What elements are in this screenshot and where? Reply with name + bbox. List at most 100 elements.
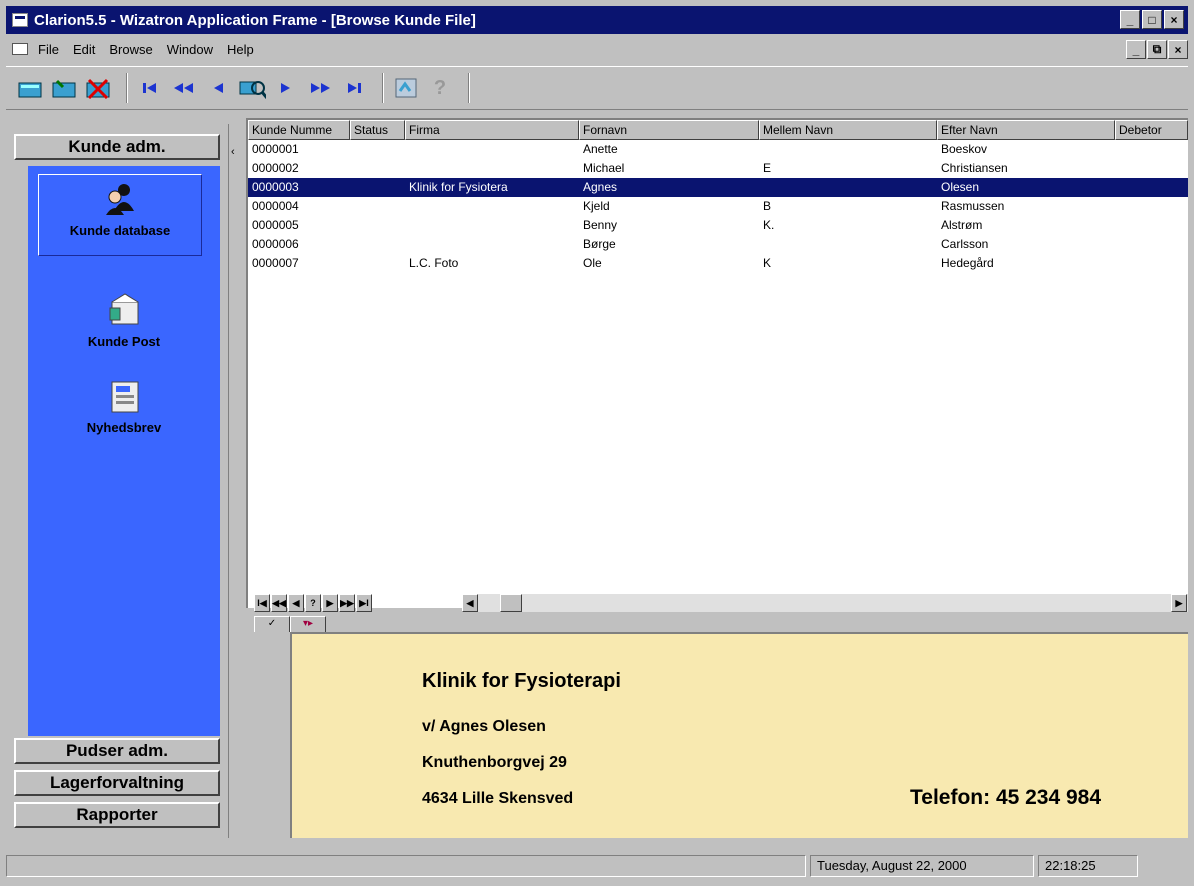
cell-debetor — [1115, 197, 1188, 216]
nav-item-nyhedsbrev[interactable]: Nyhedsbrev — [28, 378, 220, 435]
cell-efter-navn: Alstrøm — [941, 218, 983, 232]
history-button[interactable] — [392, 73, 420, 103]
browse-previous-page-button[interactable]: ◀◀ — [271, 594, 287, 612]
cell-debetor — [1115, 178, 1188, 197]
nav-item-label: Kunde database — [69, 223, 171, 238]
scrollbar-thumb[interactable] — [500, 594, 522, 612]
help-icon: ? — [433, 76, 447, 99]
table-row[interactable]: 0000006 Børge Carlsson — [248, 235, 1188, 254]
scroll-left-icon[interactable]: ◀ — [462, 594, 478, 612]
cell-status — [350, 140, 405, 159]
group-lagerforvaltning[interactable]: Lagerforvaltning — [14, 770, 220, 796]
detail-tabs: ✓ ▾▸ — [254, 616, 326, 632]
column-header-firma[interactable]: Firma — [405, 120, 579, 140]
horizontal-scrollbar[interactable]: ◀ ▶ — [462, 594, 1188, 612]
cell-firma — [405, 197, 579, 216]
column-header-kunde-nummer[interactable]: Kunde Numme — [248, 120, 350, 140]
column-header-mellem-navn[interactable]: Mellem Navn — [759, 120, 937, 140]
browse-last-button[interactable]: ▶I — [356, 594, 372, 612]
column-header-status[interactable]: Status — [350, 120, 405, 140]
cell-mellem-navn: K. — [763, 218, 775, 232]
maximize-button[interactable]: □ — [1142, 10, 1162, 29]
menu-help[interactable]: Help — [227, 42, 254, 57]
mdi-close-button[interactable]: × — [1168, 40, 1188, 59]
group-kunde-adm[interactable]: Kunde adm. — [14, 134, 220, 160]
delete-record-icon — [86, 78, 110, 99]
cell-fornavn: Anette — [583, 142, 618, 156]
cell-fornavn: Børge — [583, 237, 616, 251]
nav-item-kunde-post[interactable]: Kunde Post — [28, 292, 220, 349]
menu-edit[interactable]: Edit — [73, 42, 95, 57]
browse-first-button[interactable]: I◀ — [254, 594, 270, 612]
mdi-restore-button[interactable]: ⧉ — [1147, 40, 1167, 59]
app-icon[interactable] — [12, 13, 28, 27]
browse-previous-button[interactable]: ◀ — [288, 594, 304, 612]
tab-arrows[interactable]: ▾▸ — [290, 616, 326, 632]
change-record-icon — [52, 79, 76, 98]
table-row[interactable]: 0000005 Benny K. Alstrøm — [248, 216, 1188, 235]
next-page-icon — [311, 83, 330, 93]
insert-record-button[interactable] — [16, 73, 44, 103]
first-record-button[interactable] — [136, 73, 164, 103]
cell-status — [350, 178, 405, 197]
menu-window[interactable]: Window — [167, 42, 213, 57]
nav-item-label: Nyhedsbrev — [86, 420, 162, 435]
scroll-right-icon[interactable]: ▶ — [1171, 594, 1187, 612]
status-bar: Tuesday, August 22, 2000 22:18:25 — [6, 852, 1188, 880]
mdi-window-icon[interactable] — [12, 43, 28, 55]
cell-kunde-nummer: 0000002 — [252, 161, 299, 175]
help-button[interactable]: ? — [426, 73, 454, 103]
mdi-minimize-button[interactable]: _ — [1126, 40, 1146, 59]
previous-page-icon — [174, 83, 193, 93]
cell-status — [350, 197, 405, 216]
kunde-adm-panel: Kunde database Kunde Post Nyhedsbrev — [28, 166, 220, 736]
table-row[interactable]: 0000003 Klinik for Fysiotera Agnes Olesen — [248, 178, 1188, 197]
close-button[interactable]: × — [1164, 10, 1184, 29]
table-row[interactable]: 0000004 Kjeld B Rasmussen — [248, 197, 1188, 216]
browse-locate-button[interactable]: ? — [305, 594, 321, 612]
nav-item-kunde-database[interactable]: Kunde database — [38, 174, 202, 256]
status-time: 22:18:25 — [1038, 855, 1138, 877]
next-record-button[interactable] — [272, 73, 300, 103]
change-record-button[interactable] — [50, 73, 78, 103]
cell-efter-navn: Carlsson — [941, 237, 989, 251]
previous-record-button[interactable] — [204, 73, 232, 103]
outlook-bar: Kunde adm. Kunde database Kunde Post Nyh… — [14, 124, 226, 837]
table-row[interactable]: 0000002 Michael E Christiansen — [248, 159, 1188, 178]
group-rapporter[interactable]: Rapporter — [14, 802, 220, 828]
previous-record-icon — [214, 83, 223, 93]
cell-kunde-nummer: 0000003 — [252, 180, 299, 194]
table-row[interactable]: 0000001 Anette Boeskov — [248, 140, 1188, 159]
cell-fornavn: Kjeld — [583, 199, 610, 213]
column-header-efter-navn[interactable]: Efter Navn — [937, 120, 1115, 140]
last-record-button[interactable] — [340, 73, 368, 103]
tab-check[interactable]: ✓ — [254, 616, 290, 632]
cell-mellem-navn: B — [763, 199, 772, 213]
toolbar-separator — [468, 73, 470, 103]
browse-next-page-button[interactable]: ▶▶ — [339, 594, 355, 612]
cell-mellem-navn — [759, 178, 937, 197]
last-record-icon — [348, 83, 361, 93]
collapse-arrow-icon[interactable]: ‹ — [231, 146, 235, 158]
detail-gutter — [246, 632, 290, 838]
table-row[interactable]: 0000007 L.C. Foto Ole K Hedegård — [248, 254, 1188, 273]
browse-next-button[interactable]: ▶ — [322, 594, 338, 612]
previous-page-button[interactable] — [170, 73, 198, 103]
cell-debetor — [1115, 140, 1188, 159]
group-pudser-adm[interactable]: Pudser adm. — [14, 738, 220, 764]
delete-record-button[interactable] — [84, 73, 112, 103]
cell-status — [350, 159, 405, 178]
minimize-button[interactable]: _ — [1120, 10, 1140, 29]
cell-debetor — [1115, 254, 1188, 273]
column-header-fornavn[interactable]: Fornavn — [579, 120, 759, 140]
browse-list[interactable]: Kunde Numme Status Firma Fornavn Mellem … — [246, 118, 1188, 608]
pane-splitter[interactable]: ‹ — [228, 124, 246, 838]
contact-name: v/ Agnes Olesen — [422, 718, 546, 735]
column-header-debetor[interactable]: Debetor — [1115, 120, 1188, 140]
address-detail-panel: Klinik for Fysioterapi v/ Agnes Olesen K… — [290, 632, 1188, 838]
cell-status — [350, 235, 405, 254]
menu-file[interactable]: File — [38, 42, 59, 57]
menu-browse[interactable]: Browse — [109, 42, 152, 57]
next-page-button[interactable] — [306, 73, 334, 103]
locate-button[interactable] — [238, 73, 266, 103]
